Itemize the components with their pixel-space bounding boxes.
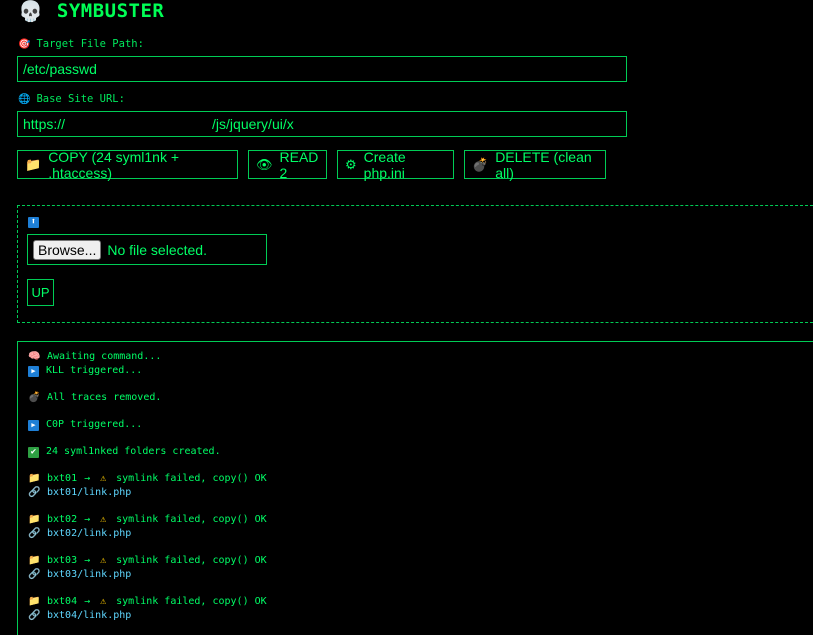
link-url[interactable]: bxt02/link.php xyxy=(47,527,131,541)
gear-icon: ⚙ xyxy=(345,156,357,172)
log-entry-status: 📁 bxt01 → ⚠ symlink failed, copy() OK xyxy=(28,473,267,484)
upload-panel: ⬆ Browse... No file selected. UP xyxy=(17,205,813,323)
link-icon: 🔗 xyxy=(28,569,41,580)
folder-icon: 📁 xyxy=(28,473,41,484)
file-input[interactable]: Browse... No file selected. xyxy=(27,234,267,265)
link-url[interactable]: bxt04/link.php xyxy=(47,609,131,623)
folder-icon: 📁 xyxy=(28,514,41,525)
browse-button[interactable]: Browse... xyxy=(33,239,102,260)
log-entry-status: 📁 bxt03 → ⚠ symlink failed, copy() OK xyxy=(28,555,267,566)
upload-icon: ⬆ xyxy=(28,217,39,228)
target-label-text: Target File Path: xyxy=(36,38,144,50)
app-title: SYMBUSTER xyxy=(56,0,165,22)
warning-icon: ⚠ xyxy=(100,555,107,566)
bomb-icon: 💣 xyxy=(472,156,489,172)
read-button-label: READ 2 xyxy=(279,148,319,181)
output-console: 🧠 Awaiting command... ▶ KLL triggered...… xyxy=(17,341,813,635)
file-status: No file selected. xyxy=(107,241,207,258)
log-entry-link: 🔗 bxt02/link.php xyxy=(28,527,813,541)
log-entry-status: 📁 bxt04 → ⚠ symlink failed, copy() OK xyxy=(28,596,267,607)
log-entry-link: 🔗 bxt01/link.php xyxy=(28,486,813,500)
copy-button-label: COPY (24 syml1nk + .htaccess) xyxy=(48,148,180,181)
warning-icon: ⚠ xyxy=(100,473,107,484)
play-icon: ▶ xyxy=(28,419,39,431)
target-label: 🎯 Target File Path: xyxy=(18,38,144,50)
link-url[interactable]: bxt03/link.php xyxy=(47,568,131,582)
globe-icon: 🌐 xyxy=(18,93,31,105)
log-line-traces: 💣 All traces removed. xyxy=(28,392,162,403)
redacted-domain xyxy=(65,117,213,131)
page: 💀 SYMBUSTER 🎯 Target File Path: /etc/pas… xyxy=(0,0,813,635)
base-url-label: 🌐 Base Site URL: xyxy=(18,93,125,105)
link-icon: 🔗 xyxy=(28,610,41,621)
eye-icon: 👁 xyxy=(256,156,273,172)
delete-button-label: DELETE (clean all) xyxy=(495,148,592,181)
target-path-input[interactable]: /etc/passwd xyxy=(17,56,627,82)
base-url-prefix: https:// xyxy=(23,116,66,132)
warning-icon: ⚠ xyxy=(100,514,107,525)
action-buttons: 📁 COPY (24 syml1nk + .htaccess) 👁 READ 2… xyxy=(17,148,606,181)
target-path-value: /etc/passwd xyxy=(23,61,97,77)
log-entry-link: 🔗 bxt03/link.php xyxy=(28,568,813,582)
log-line-kll: ▶ KLL triggered... xyxy=(28,364,813,378)
folder-icon: 📁 xyxy=(28,555,41,566)
header: 💀 SYMBUSTER xyxy=(18,0,164,22)
log-entry-link: 🔗 bxt04/link.php xyxy=(28,609,813,623)
base-url-label-text: Base Site URL: xyxy=(36,93,125,105)
brain-icon: 🧠 xyxy=(28,351,41,362)
folder-icon: 📁 xyxy=(28,596,41,607)
skull-icon: 💀 xyxy=(18,0,43,23)
target-icon: 🎯 xyxy=(18,38,31,50)
bomb-icon: 💣 xyxy=(28,392,41,403)
link-icon: 🔗 xyxy=(28,528,41,539)
link-url[interactable]: bxt01/link.php xyxy=(47,486,131,500)
play-icon: ▶ xyxy=(28,365,39,377)
delete-button[interactable]: 💣 DELETE (clean all) xyxy=(464,148,606,181)
log-line-awaiting: 🧠 Awaiting command... xyxy=(28,351,162,362)
base-url-suffix: /js/jquery/ui/x xyxy=(212,116,294,132)
create-php-ini-label: Create php.ini xyxy=(363,148,406,181)
log-line-c0p: ▶ C0P triggered... xyxy=(28,418,813,432)
warning-icon: ⚠ xyxy=(100,596,107,607)
link-icon: 🔗 xyxy=(28,487,41,498)
read-button[interactable]: 👁 READ 2 xyxy=(248,148,327,181)
folder-icon: 📁 xyxy=(25,156,42,172)
copy-button[interactable]: 📁 COPY (24 syml1nk + .htaccess) xyxy=(17,148,238,181)
log-line-created: ✔ 24 syml1nked folders created. xyxy=(28,445,813,459)
log-entry-status: 📁 bxt02 → ⚠ symlink failed, copy() OK xyxy=(28,514,267,525)
check-icon: ✔ xyxy=(28,446,39,458)
upload-button[interactable]: UP xyxy=(27,279,54,306)
base-url-input[interactable]: https:// /js/jquery/ui/x xyxy=(17,111,627,137)
create-php-ini-button[interactable]: ⚙ Create php.ini xyxy=(337,148,454,181)
